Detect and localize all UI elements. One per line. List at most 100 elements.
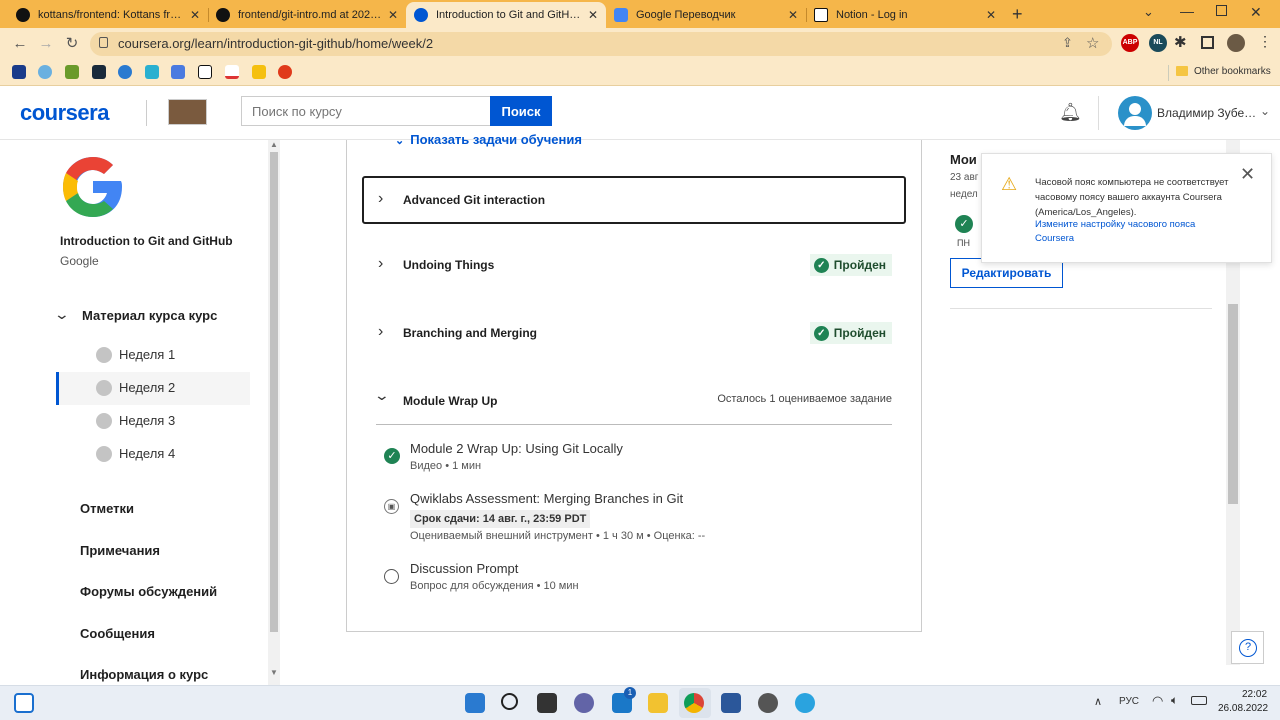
clock-date[interactable]: 26.08.2022: [1218, 703, 1268, 714]
tab-title: Introduction to Git and GitHub –: [436, 9, 582, 21]
bell-icon[interactable]: 🔔︎: [1059, 102, 1082, 123]
user-name[interactable]: Владимир Зубе…: [1157, 106, 1256, 120]
tab-title: frontend/git-intro.md at 2022_U: [238, 9, 382, 21]
word-icon[interactable]: [721, 693, 741, 713]
sidebar-item-messages[interactable]: Сообщения: [80, 626, 155, 641]
close-window-button[interactable]: ✕: [1250, 4, 1262, 21]
course-sidebar: Introduction to Git and GitHub Google ⌄ …: [0, 140, 268, 685]
sidebar-item-notes[interactable]: Примечания: [80, 543, 160, 558]
schedule-date: 23 авг: [950, 172, 979, 183]
scrollbar-thumb[interactable]: [1228, 304, 1238, 504]
nl-extension-icon[interactable]: NL: [1149, 34, 1167, 52]
schedule-heading: Мои: [950, 152, 977, 167]
sidebar-item-forums[interactable]: Форумы обсуждений: [80, 584, 217, 599]
translate-bookmark-icon[interactable]: [171, 65, 185, 79]
sidebar-item-grades[interactable]: Отметки: [80, 501, 134, 516]
close-tab-icon[interactable]: ✕: [986, 8, 996, 22]
address-bar[interactable]: coursera.org/learn/introduction-git-gith…: [90, 32, 1112, 56]
sidebar-item-week-4[interactable]: Неделя 4: [56, 438, 250, 471]
close-icon[interactable]: ✕: [1240, 164, 1255, 185]
lesson-branching-merging[interactable]: › Branching and Merging ✓ Пройден: [362, 309, 906, 357]
sidebar-item-week-3[interactable]: Неделя 3: [56, 405, 250, 438]
red-bookmark-icon[interactable]: [278, 65, 292, 79]
tab-google-translate[interactable]: Google Переводчик ✕: [606, 2, 806, 28]
battery-icon[interactable]: [1191, 696, 1207, 705]
puzzle-bookmark-icon[interactable]: [145, 65, 159, 79]
tab-git-intro[interactable]: frontend/git-intro.md at 2022_U ✕: [208, 2, 406, 28]
play-bookmark-icon[interactable]: [38, 65, 52, 79]
close-tab-icon[interactable]: ✕: [588, 8, 598, 22]
back-button[interactable]: ←: [10, 34, 30, 54]
sidebar-item-week-1[interactable]: Неделя 1: [56, 339, 250, 372]
chevron-down-icon[interactable]: ⌄: [1260, 104, 1270, 118]
extensions-puzzle-icon[interactable]: ✱: [1174, 33, 1187, 51]
download-bookmark-icon[interactable]: [65, 65, 79, 79]
bookmarks-bar: Other bookmarks: [0, 60, 1280, 86]
file-explorer-icon[interactable]: [648, 693, 668, 713]
close-tab-icon[interactable]: ✕: [388, 8, 398, 22]
course-title[interactable]: Introduction to Git and GitHub: [60, 234, 233, 248]
other-bookmarks[interactable]: Other bookmarks: [1194, 66, 1271, 77]
sidebar-scrollbar[interactable]: ▲ ▼: [268, 140, 280, 685]
progress-circle-icon: [96, 413, 112, 429]
chevron-down-icon[interactable]: ⌄: [1143, 4, 1154, 20]
discussion-icon: [384, 569, 399, 584]
lesson-advanced-git[interactable]: › Advanced Git interaction: [362, 176, 906, 224]
reload-button[interactable]: ↻: [62, 34, 82, 54]
browser-menu-icon[interactable]: ⋮: [1258, 33, 1272, 50]
forward-button[interactable]: →: [36, 34, 56, 54]
cup-bookmark-icon[interactable]: [252, 65, 266, 79]
language-indicator[interactable]: РУС: [1119, 696, 1139, 707]
check-icon: ✓: [813, 257, 829, 273]
course-search-input[interactable]: [241, 96, 491, 126]
search-button[interactable]: Поиск: [490, 96, 552, 126]
minimize-button[interactable]: —: [1180, 3, 1194, 19]
sync-bookmark-icon[interactable]: [118, 65, 132, 79]
coursera-logo[interactable]: coursera: [20, 100, 109, 126]
user-avatar[interactable]: [1118, 96, 1152, 130]
chrome-icon[interactable]: [684, 693, 704, 713]
share-icon[interactable]: ⇪: [1062, 35, 1073, 51]
vba-bookmark-icon[interactable]: [12, 65, 26, 79]
scrollbar-thumb[interactable]: [270, 152, 278, 632]
clock-time[interactable]: 22:02: [1242, 689, 1267, 700]
lesson-undoing-things[interactable]: › Undoing Things ✓ Пройден: [362, 241, 906, 289]
weekday-label: ПН: [957, 238, 970, 248]
timezone-settings-link[interactable]: Измените настройку часового пояса Course…: [1035, 218, 1235, 246]
tab-kottans[interactable]: kottans/frontend: Kottans fronten ✕: [8, 2, 208, 28]
tab-coursera[interactable]: Introduction to Git and GitHub – ✕: [406, 2, 606, 28]
notion-bookmark-icon[interactable]: [198, 65, 212, 79]
gmail-bookmark-icon[interactable]: [225, 65, 239, 79]
wifi-icon[interactable]: ◠: [1152, 693, 1163, 709]
warning-icon: ⚠: [1001, 174, 1018, 194]
new-tab-button[interactable]: +: [1012, 4, 1023, 25]
search-icon[interactable]: [501, 693, 518, 710]
bookmark-star-icon[interactable]: ☆: [1086, 34, 1099, 52]
desktop-icon[interactable]: [14, 693, 34, 713]
chevron-up-icon[interactable]: ∧: [1094, 695, 1102, 708]
close-tab-icon[interactable]: ✕: [190, 8, 200, 22]
help-button[interactable]: ?: [1231, 631, 1264, 664]
status-badge: ✓ Пройден: [809, 254, 892, 276]
sidebar-item-course-info[interactable]: Информация о курс: [80, 667, 208, 682]
adblock-extension-icon[interactable]: ABP: [1121, 34, 1139, 52]
teams-icon[interactable]: [574, 693, 594, 713]
settings-gear-icon[interactable]: [758, 693, 778, 713]
profile-avatar[interactable]: [1227, 34, 1245, 52]
show-objectives-link[interactable]: ⌄ Показать задачи обучения: [395, 132, 582, 147]
tab-notion[interactable]: Notion - Log in ✕: [806, 2, 1004, 28]
start-icon[interactable]: [465, 693, 485, 713]
lesson-module-wrap-up[interactable]: ⌄ Module Wrap Up Осталось 1 оцениваемое …: [362, 377, 906, 425]
telegram-icon[interactable]: [795, 693, 815, 713]
task-view-icon[interactable]: [537, 693, 557, 713]
volume-icon[interactable]: 🔈︎: [1171, 693, 1178, 708]
sidebar-item-week-2[interactable]: Неделя 2: [56, 372, 250, 405]
maximize-button[interactable]: [1216, 5, 1227, 16]
mail-icon[interactable]: 1: [612, 687, 636, 713]
chevron-down-icon[interactable]: ⌄: [54, 306, 70, 323]
close-tab-icon[interactable]: ✕: [788, 8, 798, 22]
side-panel-icon[interactable]: [1201, 36, 1214, 49]
shield-bookmark-icon[interactable]: [92, 65, 106, 79]
course-material-toggle[interactable]: Материал курса курс: [82, 308, 217, 323]
chevron-down-icon: ⌄: [395, 135, 405, 147]
